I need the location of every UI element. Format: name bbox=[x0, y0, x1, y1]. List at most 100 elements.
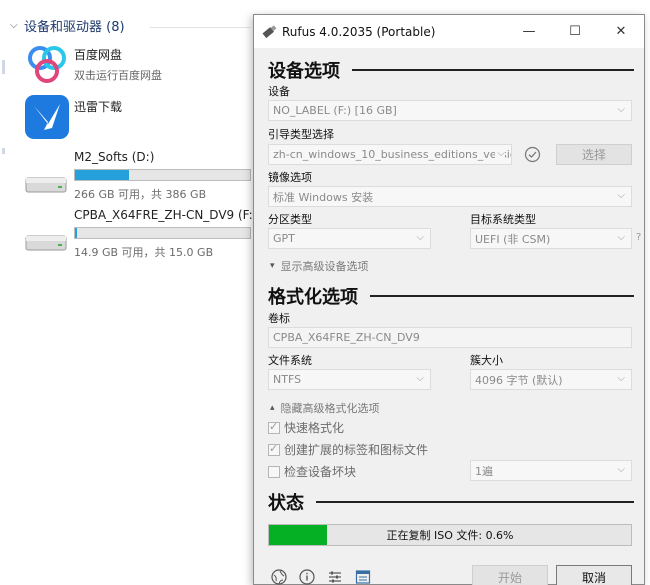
log-icon[interactable] bbox=[354, 568, 372, 585]
devices-drives-title: 设备和驱动器 (8) bbox=[24, 20, 125, 35]
progress-text: 正在复制 ISO 文件: 0.6% bbox=[386, 529, 514, 542]
toggle-label: 隐藏高级格式化选项 bbox=[280, 402, 380, 415]
edge-marker bbox=[2, 148, 5, 154]
app-xunlei[interactable]: 迅雷下载 bbox=[24, 94, 122, 140]
chevron-down-icon: ⌵ bbox=[617, 464, 625, 475]
checkbox-label: 快速格式化 bbox=[284, 421, 345, 435]
target-system-select[interactable]: UEFI (非 CSM) ⌵ bbox=[470, 228, 632, 249]
device-select[interactable]: NO_LABEL (F:) [16 GB] ⌵ bbox=[268, 100, 632, 121]
checkbox-label: 创建扩展的标签和图标文件 bbox=[284, 443, 429, 457]
boot-type-value: zh-cn_windows_10_business_editions_versi… bbox=[273, 148, 512, 161]
hard-drive-icon bbox=[25, 235, 67, 251]
chevron-up-icon: ▴ bbox=[270, 403, 275, 413]
select-image-button[interactable]: 选择 bbox=[556, 144, 632, 165]
checkbox-box bbox=[268, 442, 280, 456]
section-divider bbox=[352, 69, 634, 71]
passes-select[interactable]: 1遍 ⌵ bbox=[470, 460, 632, 481]
info-icon[interactable] bbox=[298, 568, 316, 585]
format-options-section: 格式化选项 bbox=[268, 283, 634, 309]
partition-type-select[interactable]: GPT ⌵ bbox=[268, 228, 431, 249]
filesystem-label: 文件系统 bbox=[268, 354, 312, 367]
xunlei-icon bbox=[25, 95, 69, 139]
section-title: 状态 bbox=[268, 493, 304, 514]
drive-usage-fill bbox=[75, 228, 77, 238]
section-title: 设备选项 bbox=[268, 61, 340, 82]
partition-type-value: GPT bbox=[273, 232, 295, 245]
chevron-down-icon: ⌵ bbox=[617, 190, 625, 201]
image-option-value: 标准 Windows 安装 bbox=[273, 190, 374, 204]
section-divider bbox=[316, 501, 634, 503]
target-system-label: 目标系统类型 bbox=[470, 213, 536, 226]
verify-check-icon[interactable] bbox=[524, 146, 541, 163]
boot-type-select[interactable]: zh-cn_windows_10_business_editions_versi… bbox=[268, 144, 512, 165]
minimize-button[interactable]: — bbox=[506, 15, 552, 48]
quick-format-checkbox[interactable]: 快速格式化 bbox=[268, 419, 344, 436]
status-section: 状态 bbox=[268, 489, 634, 515]
title-bar[interactable]: Rufus 4.0.2035 (Portable) — ☐ ✕ bbox=[254, 15, 644, 48]
volume-label-input[interactable]: CPBA_X64FRE_ZH-CN_DV9 bbox=[268, 327, 632, 348]
chevron-down-icon: ⌵ bbox=[416, 232, 424, 243]
hide-advanced-format-toggle[interactable]: ▴ 隐藏高级格式化选项 bbox=[270, 400, 380, 416]
window-title: Rufus 4.0.2035 (Portable) bbox=[282, 24, 436, 39]
drive-size: 14.9 GB 可用，共 15.0 GB bbox=[74, 246, 214, 259]
app-baidu-netdisk[interactable]: 百度网盘 双击运行百度网盘 bbox=[24, 42, 162, 88]
cluster-size-value: 4096 字节 (默认) bbox=[475, 373, 563, 387]
filesystem-select[interactable]: NTFS ⌵ bbox=[268, 369, 431, 390]
filesystem-value: NTFS bbox=[273, 373, 302, 386]
boot-type-label: 引导类型选择 bbox=[268, 128, 334, 141]
checkbox-label: 检查设备坏块 bbox=[284, 465, 357, 479]
image-option-select[interactable]: 标准 Windows 安装 ⌵ bbox=[268, 186, 632, 207]
settings-sliders-icon[interactable] bbox=[326, 568, 344, 585]
close-button[interactable]: ✕ bbox=[598, 15, 644, 48]
usb-drive-icon bbox=[262, 24, 277, 38]
show-advanced-device-toggle[interactable]: ▾ 显示高级设备选项 bbox=[270, 258, 369, 274]
image-option-label: 镜像选项 bbox=[268, 171, 312, 184]
edge-marker bbox=[2, 60, 5, 74]
app-subtitle: 双击运行百度网盘 bbox=[74, 69, 162, 82]
baidu-netdisk-icon bbox=[28, 46, 66, 83]
drive-usage-bar bbox=[74, 227, 251, 239]
drive-d[interactable]: M2_Softs (D:) 266 GB 可用，共 386 GB bbox=[24, 150, 251, 202]
check-bad-blocks-checkbox[interactable]: 检查设备坏块 bbox=[268, 463, 356, 480]
target-system-value: UEFI (非 CSM) bbox=[475, 232, 551, 246]
devices-drives-header[interactable]: ⌵ 设备和驱动器 (8) bbox=[10, 16, 125, 35]
checkbox-box bbox=[268, 465, 280, 478]
cancel-button[interactable]: 取消 bbox=[556, 565, 632, 585]
drive-name: M2_Softs (D:) bbox=[74, 150, 155, 164]
start-button[interactable]: 开始 bbox=[472, 565, 548, 585]
drive-usage-bar bbox=[74, 169, 251, 181]
app-name: 百度网盘 bbox=[74, 48, 123, 62]
chevron-down-icon: ⌵ bbox=[617, 373, 625, 384]
checkbox-box bbox=[268, 420, 280, 434]
volume-label-value: CPBA_X64FRE_ZH-CN_DV9 bbox=[273, 331, 420, 344]
section-title: 格式化选项 bbox=[268, 287, 358, 308]
chevron-down-icon: ⌵ bbox=[416, 373, 424, 384]
globe-language-icon[interactable] bbox=[270, 568, 288, 585]
help-icon[interactable]: ? bbox=[636, 232, 641, 243]
drive-size: 266 GB 可用，共 386 GB bbox=[74, 188, 207, 201]
section-divider bbox=[370, 295, 634, 297]
volume-label-label: 卷标 bbox=[268, 312, 290, 325]
app-name: 迅雷下载 bbox=[74, 100, 123, 114]
chevron-down-icon: ⌵ bbox=[10, 20, 18, 31]
maximize-button[interactable]: ☐ bbox=[552, 15, 598, 48]
extended-label-checkbox[interactable]: 创建扩展的标签和图标文件 bbox=[268, 441, 428, 458]
header-divider bbox=[150, 27, 250, 28]
cluster-size-select[interactable]: 4096 字节 (默认) ⌵ bbox=[470, 369, 632, 390]
device-value: NO_LABEL (F:) [16 GB] bbox=[273, 104, 397, 117]
rufus-window: Rufus 4.0.2035 (Portable) — ☐ ✕ 设备选项 设备 … bbox=[253, 14, 645, 585]
chevron-down-icon: ⌵ bbox=[617, 104, 625, 115]
device-options-section: 设备选项 bbox=[268, 57, 634, 83]
drive-usage-fill bbox=[75, 170, 130, 180]
chevron-down-icon: ▾ bbox=[270, 261, 275, 271]
screen: ⌵ 设备和驱动器 (8) 百度网盘 双击运行百度网盘 迅雷下载 M2_Softs… bbox=[0, 0, 650, 585]
partition-type-label: 分区类型 bbox=[268, 213, 312, 226]
chevron-down-icon: ⌵ bbox=[495, 148, 505, 159]
drive-name: CPBA_X64FRE_ZH-CN_DV9 (F:) bbox=[74, 208, 258, 222]
passes-value: 1遍 bbox=[475, 464, 493, 478]
device-label: 设备 bbox=[268, 85, 290, 98]
cluster-size-label: 簇大小 bbox=[470, 354, 503, 367]
progress-bar: 正在复制 ISO 文件: 0.6% bbox=[268, 524, 632, 546]
drive-f[interactable]: CPBA_X64FRE_ZH-CN_DV9 (F:) 14.9 GB 可用，共 … bbox=[24, 208, 257, 260]
hard-drive-icon bbox=[25, 177, 67, 193]
